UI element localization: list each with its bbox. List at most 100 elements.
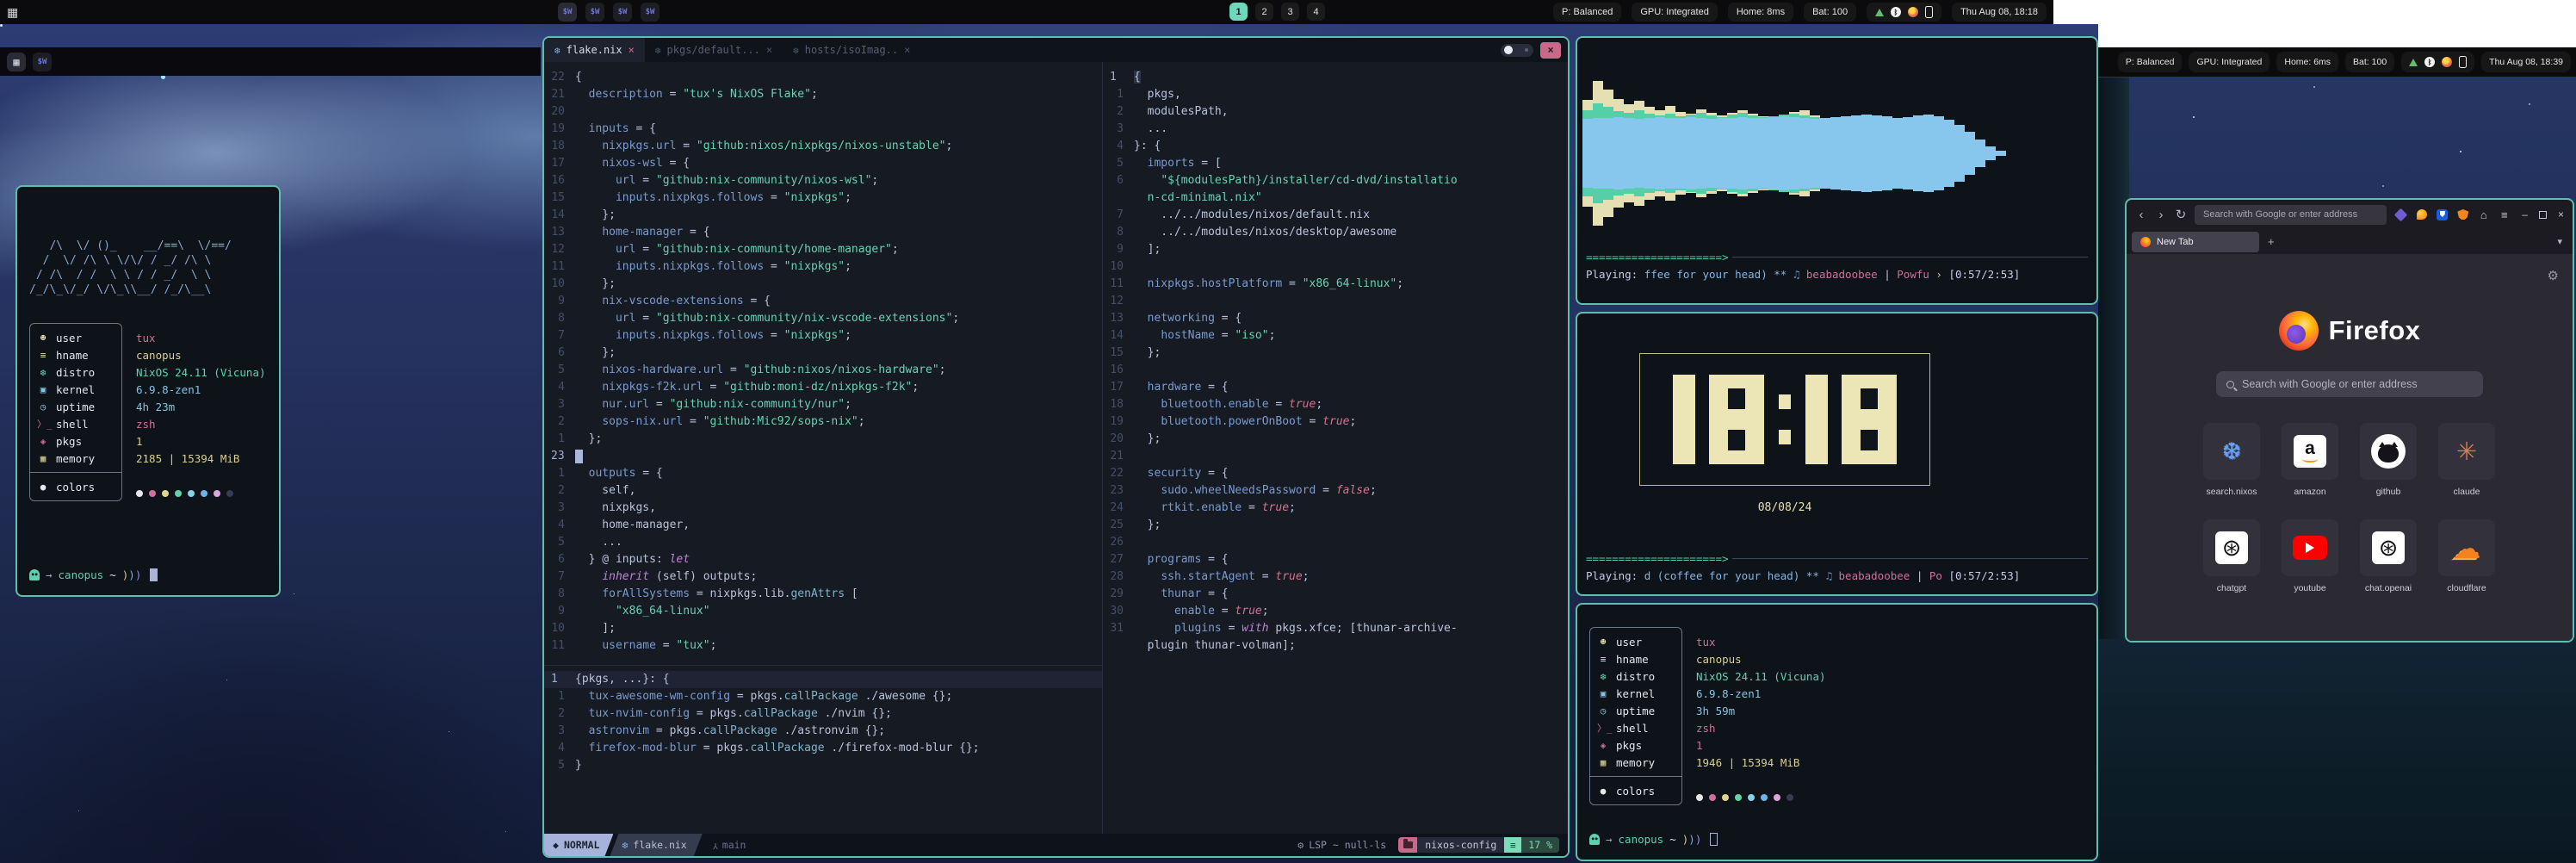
workspace-3[interactable]: 3 [1281,3,1299,21]
newtab-settings-gear-icon[interactable]: ⚙ [2548,268,2559,283]
close-button[interactable]: × [2558,208,2564,220]
shortcut-claude[interactable]: ✳claude [2438,423,2495,497]
tab-close-icon[interactable]: × [766,44,772,56]
shortcut-amazon[interactable]: aamazon [2282,423,2338,497]
metamask-icon[interactable] [2456,208,2469,221]
shortcut-search-nixos[interactable]: ❆search.nixos [2203,423,2260,497]
code-line: 8 url = "github:nix-community/nix-vscode… [544,310,1102,327]
extension-icon-orange[interactable] [2415,208,2428,221]
fetch-value-user: tux [1696,633,1826,650]
code-line: plugin thunar-volman]; [1103,637,1568,655]
fetch-label-memory: ▦memory [1597,754,1675,771]
shell-prompt[interactable]: →canopus~))) [29,568,158,581]
bar2-tray-network-icon[interactable] [2409,59,2418,66]
bar2-tray-audio-icon[interactable] [2442,57,2452,67]
now-playing-text-2: Playing: d (coffee for your head) ** ♫ b… [1586,569,2088,582]
tab-close-icon[interactable]: × [629,44,635,56]
bar1-tray-network-icon[interactable] [1875,9,1884,16]
fetch-label-shell: 〉_shell [37,415,115,432]
fetch-value-distro: NixOS 24.11 (Vicuna) [1696,667,1826,685]
bar2-tray-phone-icon[interactable] [2459,56,2467,68]
terminal-window-cava[interactable]: =====================> Playing: ffee for… [1576,36,2098,305]
code-line: 2 sops-nix.url = "github:Mic92/sops-nix"… [544,413,1102,431]
shell-prompt-2[interactable]: →canopus~))) [1589,833,1718,846]
buffer-pkgs-default-nix[interactable]: 1{pkgs, ...}: {1 tux-awesome-wm-config =… [544,666,1102,834]
extension-icon-purple[interactable] [2394,208,2407,221]
fetch-value-uptime: 3h 59m [1696,702,1826,719]
shortcut-chat-openai[interactable]: ⊛chat.openai [2360,519,2417,593]
code-line: 25 }; [1103,517,1568,534]
tab-list-chevron-icon[interactable]: ▾ [2557,236,2562,247]
editor-tab-hosts-isoImag-[interactable]: ❆hosts/isoImag..× [783,38,920,62]
shortcut-label: github [2360,487,2417,497]
bar1-module-power: P: Balanced [1553,3,1621,22]
taglist: $W $W $W $W [558,3,659,22]
tab-new-tab[interactable]: New Tab [2132,232,2259,252]
maximize-button[interactable] [2539,211,2547,219]
code-line: 14 }; [544,207,1102,224]
bar-main-modules: P: BalancedGPU: IntegratedHome: 8msBat: … [1553,3,2047,22]
amazon-icon: a [2294,435,2326,468]
bar2-tray: ᛒ [2401,52,2474,72]
clock-digit-8 [1709,375,1764,464]
bar2-tray-bluetooth-icon[interactable]: ᛒ [2424,57,2435,67]
terminal-cursor [150,568,158,581]
shortcut-github[interactable]: github [2360,423,2417,497]
code-line: 11 inputs.nixpkgs.follows = "nixpkgs"; [544,258,1102,276]
url-bar[interactable]: Search with Google or enter address [2195,205,2387,225]
fetch-label-distro: ❆distro [1597,667,1675,685]
minimize-button[interactable]: – [2522,208,2528,220]
shortcut-cloudflare[interactable]: ☁cloudflare [2438,519,2495,593]
code-line: 21 [1103,448,1568,465]
code-line: 9 ]; [1103,241,1568,258]
tag-icon[interactable]: $W [33,53,52,71]
code-line: n-cd-minimal.nix" [1103,189,1568,207]
code-line: 6 } @ inputs: let [544,551,1102,568]
tabline-close-button[interactable]: × [1540,42,1561,59]
buffer-iso-image-nix[interactable]: 1{1 pkgs,2 modulesPath,3 ...4}: {5 impor… [1103,62,1568,834]
shortcut-youtube[interactable]: youtube [2282,519,2338,593]
terminal-window-fetch-left[interactable]: /\ \/ ()_ __/==\ \/==/ / \/ /\ \ \/\/ / … [15,185,281,597]
reload-button[interactable]: ↻ [2175,207,2187,222]
tag-1[interactable]: $W [558,3,577,22]
firefox-window[interactable]: ‹ › ↻ Search with Google or enter addres… [2125,198,2574,643]
forward-button[interactable]: › [2155,208,2167,222]
editor-tab-pkgs-default-[interactable]: ❆pkgs/default...× [645,38,783,62]
terminal-window-clock[interactable]: 08/08/24 =====================> Playing:… [1576,312,2098,596]
tag-3[interactable]: $W [613,3,632,22]
shortcut-chatgpt[interactable]: ⊛chatgpt [2203,519,2260,593]
menu-icon[interactable]: ≡ [2498,208,2511,221]
newtab-search-bar[interactable]: Search with Google or enter address [2216,371,2483,397]
buffer-flake-nix[interactable]: 22{21 description = "tux's NixOS Flake";… [544,62,1102,665]
fetch-value-kernel: 6.9.8-zen1 [136,381,266,398]
bar1-tray-audio-icon[interactable] [1908,7,1918,17]
shortcut-label: cloudflare [2438,583,2495,593]
bar1-tray-bluetooth-icon[interactable]: ᛒ [1891,7,1901,17]
workspace-1[interactable]: 1 [1229,3,1248,21]
fetch-label-memory: ▦memory [37,450,115,467]
neovim-window[interactable]: ❆flake.nix×❆pkgs/default...×❆hosts/isoIm… [542,36,1570,858]
fetch-label-hname: ≡hname [1597,650,1675,667]
fetch-label-uptime: ◷uptime [1597,702,1675,719]
bar1-tray-phone-icon[interactable] [1925,6,1933,18]
terminal-window-fetch-right[interactable]: ☻user≡hname❆distro▣kernel◷uptime〉_shell◈… [1576,603,2098,861]
editor-tab-flake-nix[interactable]: ❆flake.nix× [544,38,645,62]
workspace-4[interactable]: 4 [1307,3,1325,21]
tabline-toggle[interactable] [1501,44,1533,57]
home-icon[interactable]: ⌂ [2477,208,2490,221]
tab-close-icon[interactable]: × [904,44,910,56]
nixos-icon: ❆ [2222,438,2242,465]
bitwarden-icon[interactable] [2436,208,2449,221]
workspace-2[interactable]: 2 [1255,3,1273,21]
back-button[interactable]: ‹ [2135,208,2147,222]
code-line: 11 nixpkgs.hostPlatform = "x86_64-linux"… [1103,276,1568,293]
layout-grid-icon[interactable]: ▦ [7,53,26,71]
launcher-grid-icon[interactable]: ▦ [7,3,18,21]
code-line: 4 home-manager, [544,517,1102,534]
new-tab-button[interactable]: + [2268,235,2275,248]
fetch-box: ☻user≡hname❆distro▣kernel◷uptime〉_shell◈… [29,323,122,501]
code-line: 3 ... [1103,121,1568,138]
tag-4[interactable]: $W [641,3,659,22]
tag-2[interactable]: $W [585,3,604,22]
lsp-status: ⚙LSP ~ null-ls [1297,839,1386,851]
